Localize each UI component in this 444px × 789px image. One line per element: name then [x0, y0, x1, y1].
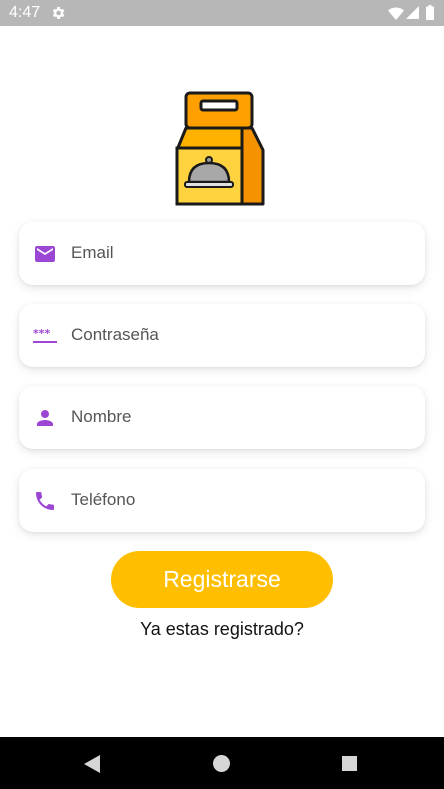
svg-text:***: ***: [33, 327, 51, 340]
name-field[interactable]: Nombre: [19, 386, 425, 449]
email-field[interactable]: Email: [19, 222, 425, 285]
food-bag-logo: [175, 91, 265, 206]
home-icon[interactable]: [213, 755, 230, 772]
settings-icon: [52, 7, 65, 19]
phone-placeholder: Teléfono: [71, 490, 136, 509]
name-placeholder: Nombre: [71, 407, 132, 426]
signal-icon: [406, 6, 419, 19]
login-link[interactable]: Ya estas registrado?: [0, 619, 444, 640]
status-bar: 4:47: [0, 0, 444, 26]
navigation-bar: [0, 737, 444, 789]
email-placeholder: Email: [71, 243, 114, 262]
person-icon: [37, 410, 53, 426]
password-field[interactable]: *** Contraseña: [19, 304, 425, 367]
phone-field[interactable]: Teléfono: [19, 469, 425, 532]
phone-icon: [36, 492, 54, 510]
password-placeholder: Contraseña: [71, 325, 159, 344]
email-icon: [35, 246, 55, 262]
back-icon[interactable]: [84, 755, 100, 773]
wifi-icon: [388, 7, 404, 20]
recents-icon[interactable]: [342, 756, 357, 771]
register-button[interactable]: Registrarse: [111, 551, 333, 608]
battery-icon: [426, 5, 434, 20]
status-time: 4:47: [9, 4, 41, 21]
password-icon: ***: [33, 327, 57, 343]
